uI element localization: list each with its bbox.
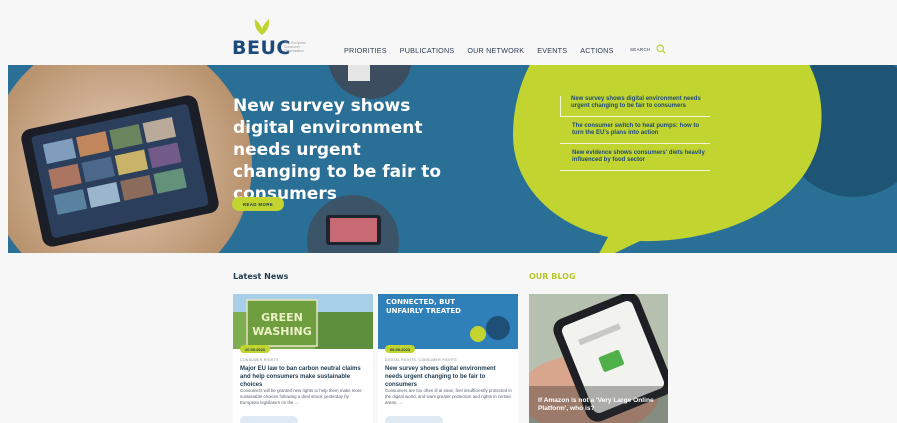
- news-title[interactable]: Major EU law to ban carbon neutral claim…: [240, 365, 368, 389]
- news-title[interactable]: New survey shows digital environment nee…: [385, 365, 513, 389]
- svg-text:WASHING: WASHING: [252, 325, 312, 338]
- news-read-more-button[interactable]: [240, 416, 298, 423]
- hero-headline[interactable]: New survey shows digital environment nee…: [233, 95, 453, 205]
- hero-story-link[interactable]: New survey shows digital environment nee…: [560, 96, 710, 117]
- news-date-badge: 06.09.2023: [385, 345, 416, 353]
- news-read-more-button[interactable]: [385, 416, 443, 423]
- leaf-logo-icon: [254, 19, 270, 35]
- hero-banner: New survey shows digital environment nee…: [8, 65, 897, 253]
- news-card[interactable]: CONNECTED, BUT UNFAIRLY TREATED 06.09.20…: [378, 294, 518, 423]
- nav-actions[interactable]: ACTIONS: [580, 46, 613, 55]
- hero-story-link[interactable]: New evidence shows consumers' diets heav…: [560, 150, 710, 171]
- logo-tagline: The European Consumer Organisation: [284, 41, 307, 53]
- svg-text:CONNECTED, BUT: CONNECTED, BUT: [386, 298, 455, 306]
- news-card-image: CONNECTED, BUT UNFAIRLY TREATED: [378, 294, 518, 349]
- main-nav: PRIORITIES PUBLICATIONS OUR NETWORK EVEN…: [344, 46, 614, 55]
- nav-our-network[interactable]: OUR NETWORK: [467, 46, 524, 55]
- site-header: BEUC The European Consumer Organisation …: [0, 0, 897, 65]
- beuc-logo[interactable]: BEUC The European Consumer Organisation: [232, 17, 312, 59]
- news-category: DIGITAL RIGHTS, CONSUMER RIGHTS: [385, 358, 457, 362]
- greenwashing-illustration: GREEN WASHING: [233, 294, 373, 349]
- news-excerpt: Consumers will be granted new rights to …: [240, 388, 362, 405]
- search-icon: [656, 44, 666, 54]
- latest-news-heading: Latest News: [233, 272, 289, 281]
- read-more-button[interactable]: READ MORE: [232, 197, 284, 211]
- survey-illustration: CONNECTED, BUT UNFAIRLY TREATED: [378, 294, 518, 349]
- nav-events[interactable]: EVENTS: [537, 46, 567, 55]
- svg-text:GREEN: GREEN: [261, 311, 303, 324]
- logo-wordmark: BEUC: [232, 37, 291, 59]
- hero-story-link[interactable]: The consumer switch to heat pumps: how t…: [560, 123, 710, 144]
- search-button[interactable]: SEARCH: [630, 44, 666, 54]
- hero-story-list: New survey shows digital environment nee…: [560, 96, 710, 177]
- nav-priorities[interactable]: PRIORITIES: [344, 46, 387, 55]
- svg-text:UNFAIRLY TREATED: UNFAIRLY TREATED: [386, 307, 461, 315]
- news-category: CONSUMER RIGHTS: [240, 358, 279, 362]
- search-label: SEARCH: [630, 46, 651, 52]
- news-date-badge: 20.09.2023: [240, 345, 271, 353]
- our-blog-heading[interactable]: OUR BLOG: [529, 272, 576, 281]
- blog-post-title[interactable]: If Amazon is not a 'Very Large Online Pl…: [538, 397, 658, 413]
- news-card[interactable]: GREEN WASHING 20.09.2023 CONSUMER RIGHTS…: [233, 294, 373, 423]
- nav-publications[interactable]: PUBLICATIONS: [400, 46, 455, 55]
- news-card-image: GREEN WASHING: [233, 294, 373, 349]
- news-excerpt: Consumers are too often ill at ease, fee…: [385, 388, 512, 405]
- blog-card[interactable]: If Amazon is not a 'Very Large Online Pl…: [529, 294, 668, 423]
